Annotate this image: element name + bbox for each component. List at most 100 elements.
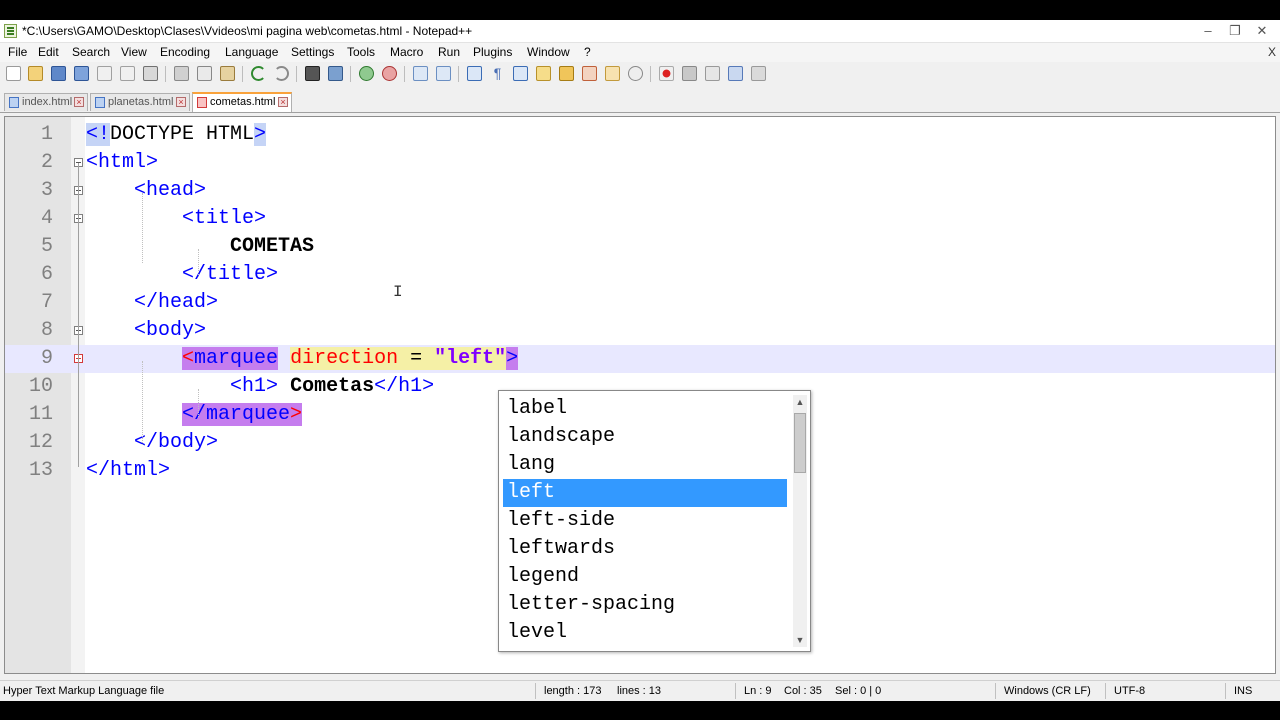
code-text: <head>	[86, 179, 206, 202]
close-file-icon[interactable]	[97, 66, 112, 81]
code-line[interactable]: 2 <html>	[5, 149, 1275, 177]
code-line[interactable]: 7 </head>	[5, 289, 1275, 317]
autocomplete-item[interactable]: legend	[503, 563, 787, 591]
autocomplete-item[interactable]: label	[503, 395, 787, 423]
status-column: Col : 35	[784, 685, 822, 697]
zoom-in-icon[interactable]	[359, 66, 374, 81]
tab-close-icon[interactable]: ×	[176, 97, 186, 107]
save-macro-icon[interactable]	[751, 66, 766, 81]
folder-as-workspace-icon[interactable]	[605, 66, 620, 81]
code-token: </body>	[134, 431, 219, 454]
text-cursor-icon: I	[393, 283, 403, 301]
undo-icon[interactable]	[251, 66, 266, 81]
code-line[interactable]: 4 <title>	[5, 205, 1275, 233]
menu-window[interactable]: Window	[527, 45, 570, 59]
status-line: Ln : 9	[744, 685, 772, 697]
code-line[interactable]: 6 </title>	[5, 261, 1275, 289]
record-macro-icon[interactable]	[659, 66, 674, 81]
code-line[interactable]: 1 <!DOCTYPE HTML>	[5, 121, 1275, 149]
menu-file[interactable]: File	[8, 45, 27, 59]
save-all-icon[interactable]	[74, 66, 89, 81]
run-macro-multiple-icon[interactable]	[728, 66, 743, 81]
menu-run[interactable]: Run	[438, 45, 460, 59]
autocomplete-item[interactable]: lang	[503, 451, 787, 479]
scroll-down-arrow-icon[interactable]: ▼	[793, 633, 807, 647]
status-file-type: Hyper Text Markup Language file	[3, 685, 165, 697]
tab-cometas-html[interactable]: cometas.html ×	[192, 92, 292, 112]
document-map-icon[interactable]	[559, 66, 574, 81]
function-list-icon[interactable]	[582, 66, 597, 81]
code-token: <!	[86, 123, 111, 146]
code-token: =	[398, 347, 435, 370]
menu-settings[interactable]: Settings	[291, 45, 334, 59]
status-separator	[535, 683, 536, 699]
line-number: 7	[40, 291, 53, 314]
menu-macro[interactable]: Macro	[390, 45, 423, 59]
scroll-thumb[interactable]	[794, 413, 806, 473]
toolbar: ¶	[0, 62, 1280, 86]
menu-help[interactable]: ?	[584, 45, 591, 59]
code-token: >	[254, 123, 267, 146]
stop-recording-icon[interactable]	[682, 66, 697, 81]
word-wrap-icon[interactable]	[467, 66, 482, 81]
paste-icon[interactable]	[220, 66, 235, 81]
menu-view[interactable]: View	[121, 45, 147, 59]
code-line[interactable]: 9 <marquee direction = "left">	[5, 345, 1275, 373]
print-icon[interactable]	[143, 66, 158, 81]
playback-macro-icon[interactable]	[705, 66, 720, 81]
zoom-out-icon[interactable]	[382, 66, 397, 81]
menu-language[interactable]: Language	[225, 45, 278, 59]
cut-icon[interactable]	[174, 66, 189, 81]
replace-icon[interactable]	[328, 66, 343, 81]
menu-tools[interactable]: Tools	[347, 45, 375, 59]
autocomplete-item[interactable]: leftwards	[503, 535, 787, 563]
close-all-icon[interactable]	[120, 66, 135, 81]
new-file-icon[interactable]	[6, 66, 21, 81]
toolbar-separator	[165, 66, 166, 82]
minimize-button[interactable]: –	[1196, 22, 1220, 40]
code-line[interactable]: 8 <body>	[5, 317, 1275, 345]
redo-icon[interactable]	[274, 66, 289, 81]
copy-icon[interactable]	[197, 66, 212, 81]
status-separator	[995, 683, 996, 699]
autocomplete-popup[interactable]: label landscape lang left left-side leftwards…	[498, 390, 811, 652]
window-title: *C:\Users\GAMO\Desktop\Clases\Vvideos\mi…	[22, 24, 473, 38]
code-token: direction	[290, 347, 399, 370]
autocomplete-item[interactable]: level	[503, 619, 787, 647]
code-text: COMETAS	[86, 235, 314, 258]
show-all-characters-icon[interactable]: ¶	[490, 66, 505, 81]
sync-horizontal-icon[interactable]	[436, 66, 451, 81]
autocomplete-item[interactable]: letter-spacing	[503, 591, 787, 619]
close-document-x[interactable]: X	[1268, 45, 1276, 59]
autocomplete-item[interactable]: left	[503, 479, 787, 507]
autocomplete-item[interactable]: left-side	[503, 507, 787, 535]
autocomplete-scrollbar[interactable]: ▲ ▼	[793, 395, 807, 647]
save-icon[interactable]	[51, 66, 66, 81]
menu-plugins[interactable]: Plugins	[473, 45, 512, 59]
user-defined-language-icon[interactable]	[536, 66, 551, 81]
monitoring-icon[interactable]	[628, 66, 643, 81]
status-length: length : 173	[544, 685, 602, 697]
code-token: </h1>	[374, 375, 435, 398]
close-button[interactable]: ✕	[1250, 22, 1274, 40]
code-line[interactable]: 3 <head>	[5, 177, 1275, 205]
menu-search[interactable]: Search	[72, 45, 110, 59]
menu-bar: File Edit Search View Encoding Language …	[0, 43, 1280, 62]
line-number: 4	[40, 207, 53, 230]
menu-encoding[interactable]: Encoding	[160, 45, 210, 59]
tab-planetas-html[interactable]: planetas.html ×	[90, 93, 190, 111]
indent-guide-icon[interactable]	[513, 66, 528, 81]
tab-index-html[interactable]: index.html ×	[4, 93, 88, 111]
autocomplete-item[interactable]: landscape	[503, 423, 787, 451]
menu-edit[interactable]: Edit	[38, 45, 59, 59]
restore-button[interactable]: ❐	[1223, 22, 1247, 40]
code-line[interactable]: 5 COMETAS	[5, 233, 1275, 261]
scroll-up-arrow-icon[interactable]: ▲	[793, 395, 807, 409]
find-icon[interactable]	[305, 66, 320, 81]
code-text: <title>	[86, 207, 266, 230]
tab-close-icon[interactable]: ×	[74, 97, 84, 107]
sync-vertical-icon[interactable]	[413, 66, 428, 81]
open-file-icon[interactable]	[28, 66, 43, 81]
tab-close-icon[interactable]: ×	[278, 97, 288, 107]
